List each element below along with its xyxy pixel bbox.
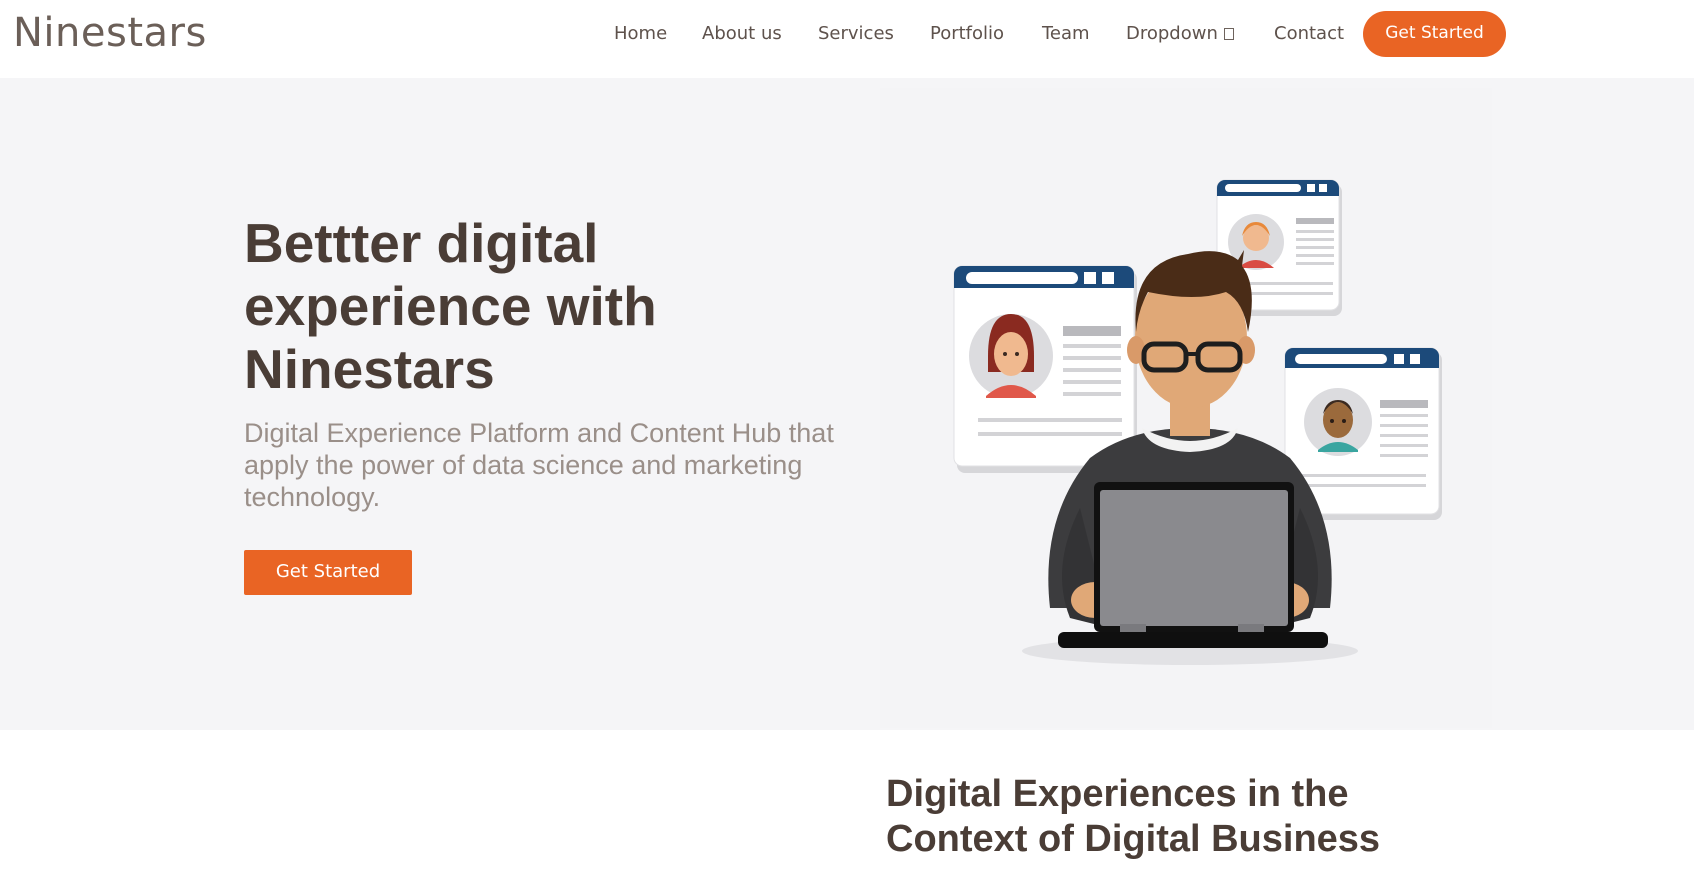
section-2-title: Digital Experiences in the Context of Di… <box>886 773 1381 860</box>
nav-item-contact[interactable]: Contact <box>1274 23 1344 44</box>
profile-card-left <box>953 265 1137 473</box>
hero-subtitle: Digital Experience Platform and Content … <box>244 418 834 512</box>
chevron-down-icon <box>1223 28 1234 40</box>
hero-section: Bettter digital experience with Ninestar… <box>0 78 1694 730</box>
main-nav: Home About us Services Portfolio Team Dr… <box>0 0 1694 70</box>
hero-title: Bettter digital experience with Ninestar… <box>244 212 657 400</box>
nav-item-home[interactable]: Home <box>614 23 667 44</box>
nav-item-team[interactable]: Team <box>1042 23 1090 44</box>
get-started-nav-button[interactable]: Get Started <box>1363 11 1506 57</box>
site-header: Ninestars Home About us Services Portfol… <box>0 0 1694 78</box>
nav-item-dropdown[interactable]: Dropdown <box>1126 23 1234 44</box>
nav-item-about-us[interactable]: About us <box>702 23 782 44</box>
nav-item-services[interactable]: Services <box>818 23 894 44</box>
nav-dropdown-label: Dropdown <box>1126 23 1218 44</box>
get-started-hero-button[interactable]: Get Started <box>244 550 412 595</box>
hero-illustration <box>880 88 1492 728</box>
nav-item-portfolio[interactable]: Portfolio <box>930 23 1004 44</box>
